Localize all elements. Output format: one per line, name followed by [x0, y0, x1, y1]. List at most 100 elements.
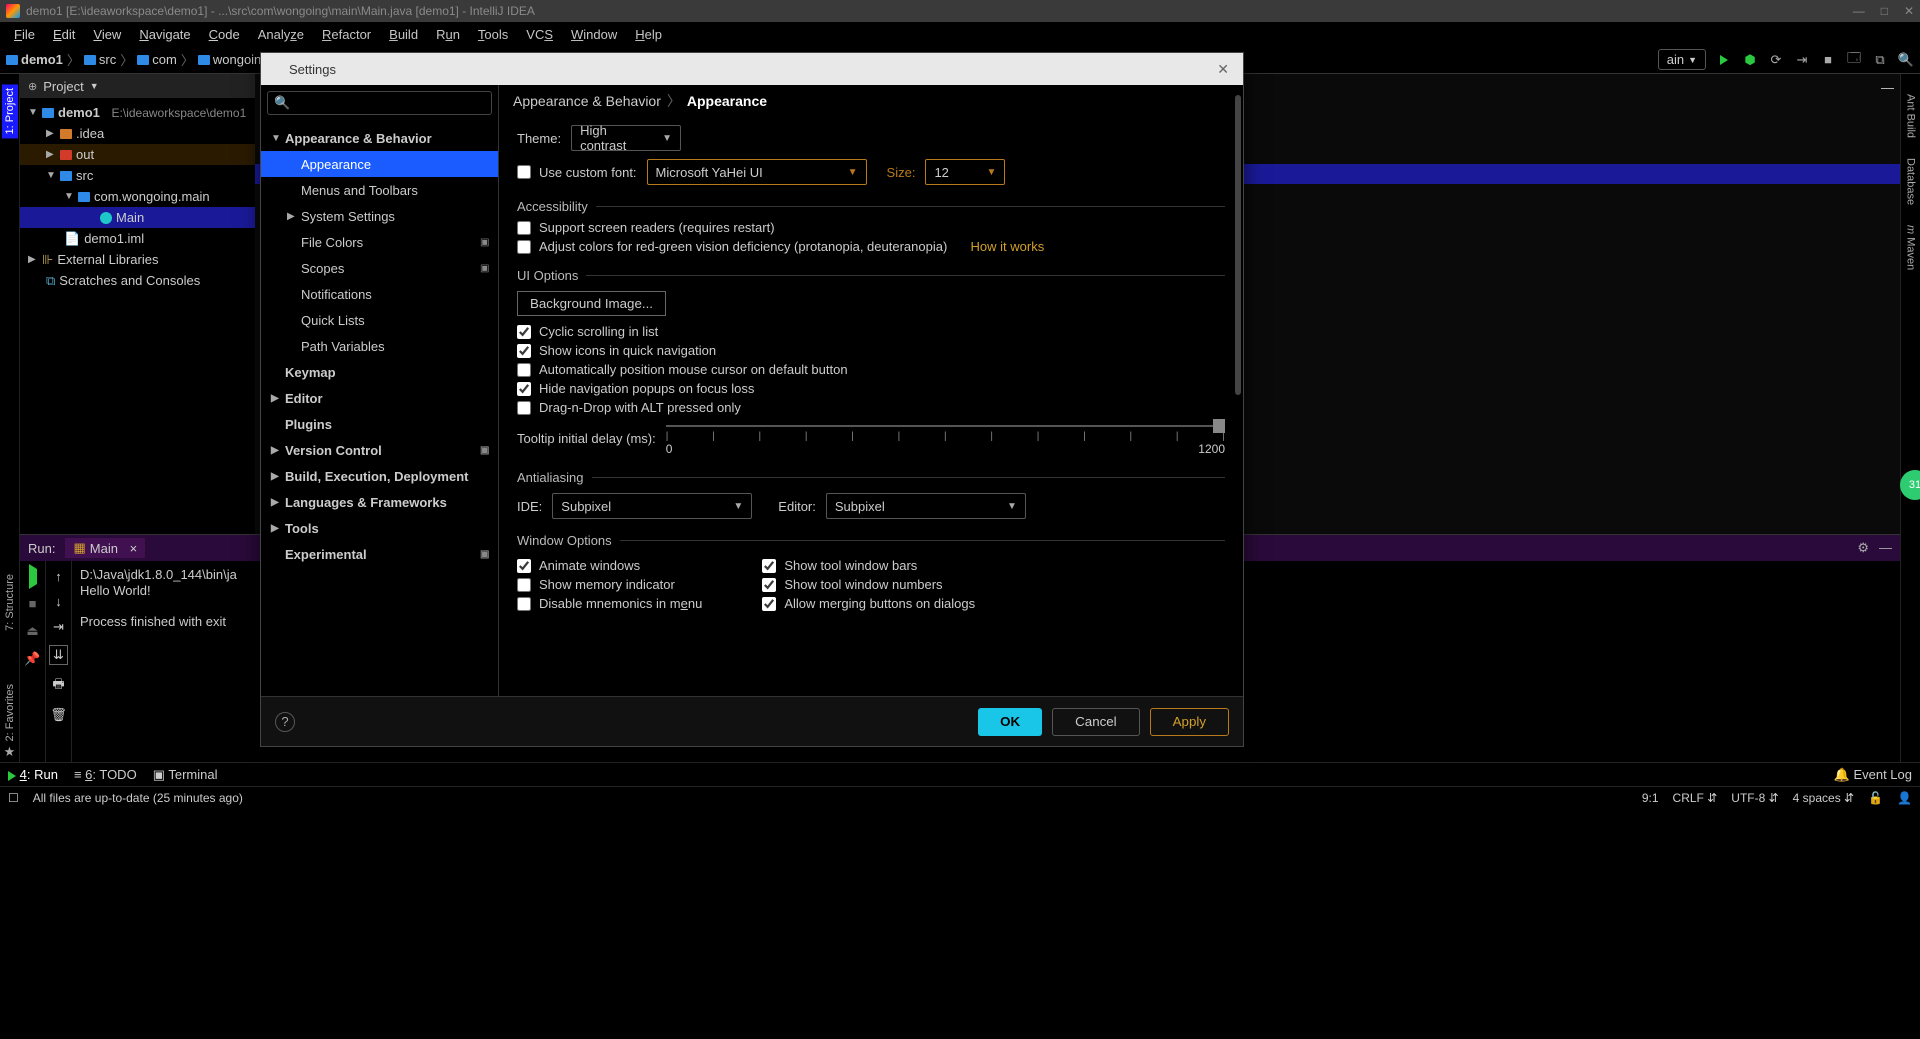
wrap-icon[interactable]: ⇥: [53, 619, 64, 635]
toolbars-checkbox[interactable]: Show tool window bars: [762, 558, 975, 573]
ok-button[interactable]: OK: [978, 708, 1042, 736]
tree-pathvars[interactable]: Path Variables: [261, 333, 498, 359]
tree-quicklists[interactable]: Quick Lists: [261, 307, 498, 333]
size-select[interactable]: 12▼: [925, 159, 1005, 185]
menu-edit[interactable]: Edit: [45, 25, 83, 44]
close-icon[interactable]: ✕: [1211, 61, 1235, 78]
screen-readers-checkbox[interactable]: Support screen readers (requires restart…: [517, 220, 1225, 235]
exit-icon[interactable]: ⏏: [26, 623, 38, 639]
settings-search[interactable]: 🔍: [267, 91, 492, 115]
chevron-down-icon[interactable]: ▼: [90, 81, 99, 91]
clear-icon[interactable]: 🗑: [50, 707, 67, 723]
hide-nav-checkbox[interactable]: Hide navigation popups on focus loss: [517, 381, 1225, 396]
tool-maven[interactable]: m Maven: [1905, 225, 1917, 270]
status-pos[interactable]: 9:1: [1642, 791, 1659, 805]
tree-appearance-behavior[interactable]: ▼Appearance & Behavior: [261, 125, 498, 151]
show-icons-checkbox[interactable]: Show icons in quick navigation: [517, 343, 1225, 358]
status-encoding[interactable]: UTF-8 ⇵: [1731, 791, 1778, 805]
tool-terminal[interactable]: ▣ Terminal: [153, 767, 218, 783]
close-icon[interactable]: ✕: [1904, 4, 1914, 18]
menu-navigate[interactable]: Navigate: [131, 25, 198, 44]
auto-mouse-checkbox[interactable]: Automatically position mouse cursor on d…: [517, 362, 1225, 377]
attach-icon[interactable]: ⇥: [1794, 52, 1810, 68]
ide-aa-select[interactable]: Subpixel▼: [552, 493, 752, 519]
help-icon[interactable]: ?: [275, 712, 295, 732]
tree-menus[interactable]: Menus and Toolbars: [261, 177, 498, 203]
tree-lang[interactable]: ▶Languages & Frameworks: [261, 489, 498, 515]
tree-vc[interactable]: ▶Version Control▣: [261, 437, 498, 463]
tree-pkg[interactable]: ▼com.wongoing.main: [20, 186, 255, 207]
tool-ant[interactable]: Ant Build: [1905, 94, 1917, 138]
pin-icon[interactable]: 📌: [24, 651, 40, 667]
menu-code[interactable]: Code: [201, 25, 248, 44]
menu-build[interactable]: Build: [381, 25, 426, 44]
star-icon[interactable]: ★: [4, 744, 16, 760]
colorblind-checkbox[interactable]: Adjust colors for red-green vision defic…: [517, 239, 947, 254]
tree-out[interactable]: ▶out: [20, 144, 255, 165]
breadcrumb-item[interactable]: src: [84, 52, 116, 67]
minimize-icon[interactable]: —: [1879, 540, 1892, 556]
breadcrumb-item[interactable]: Appearance & Behavior: [513, 93, 661, 109]
animate-checkbox[interactable]: Animate windows: [517, 558, 702, 573]
gear-icon[interactable]: ⚙: [1857, 540, 1869, 556]
tool-run[interactable]: 4: Run: [8, 767, 58, 782]
tree-appearance[interactable]: Appearance: [261, 151, 498, 177]
tool-eventlog[interactable]: 🔔 Event Log: [1834, 767, 1912, 783]
tree-scopes[interactable]: Scopes▣: [261, 255, 498, 281]
editor-aa-select[interactable]: Subpixel▼: [826, 493, 1026, 519]
menu-window[interactable]: Window: [563, 25, 625, 44]
layout-icon[interactable]: ⧉: [1872, 52, 1888, 68]
background-image-button[interactable]: Background Image...: [517, 291, 666, 316]
rerun-icon[interactable]: [29, 569, 37, 584]
menu-tools[interactable]: Tools: [470, 25, 516, 44]
menu-refactor[interactable]: Refactor: [314, 25, 379, 44]
menu-vcs[interactable]: VCS: [518, 25, 561, 44]
scroll-icon[interactable]: ⇊: [49, 645, 68, 665]
menu-view[interactable]: View: [85, 25, 129, 44]
menu-run[interactable]: Run: [428, 25, 468, 44]
close-icon[interactable]: ×: [130, 541, 138, 556]
tree-main[interactable]: Main: [20, 207, 255, 228]
print-icon[interactable]: 🖶: [52, 675, 64, 697]
tree-notifications[interactable]: Notifications: [261, 281, 498, 307]
lock-icon[interactable]: 🔓: [1868, 791, 1883, 805]
breadcrumb-item[interactable]: wongoing: [198, 52, 269, 67]
menu-help[interactable]: Help: [627, 25, 670, 44]
tool-favorites[interactable]: 2: Favorites: [4, 684, 16, 741]
hide-icon[interactable]: —: [1881, 80, 1894, 95]
run-tab[interactable]: ▦Main ×: [65, 538, 145, 558]
tree-src[interactable]: ▼src: [20, 165, 255, 186]
tree-filecolors[interactable]: File Colors▣: [261, 229, 498, 255]
coverage-icon[interactable]: ⟳: [1768, 52, 1784, 68]
menu-file[interactable]: File: [6, 25, 43, 44]
breadcrumb-item[interactable]: com: [137, 52, 177, 67]
tool-todo[interactable]: ≡ 6: TODO: [74, 767, 137, 782]
mnemonics-checkbox[interactable]: Disable mnemonics in menu: [517, 596, 702, 611]
search-everywhere-icon[interactable]: 🔍: [1898, 52, 1914, 68]
tree-iml[interactable]: 📄demo1.iml: [20, 228, 255, 249]
man-icon[interactable]: 👤: [1897, 791, 1912, 805]
settings-search-input[interactable]: [294, 96, 485, 111]
tool-database[interactable]: Database: [1905, 158, 1917, 205]
memory-checkbox[interactable]: Show memory indicator: [517, 577, 702, 592]
tree-plugins[interactable]: Plugins: [261, 411, 498, 437]
theme-select[interactable]: High contrast▼: [571, 125, 681, 151]
minimize-icon[interactable]: —: [1853, 4, 1865, 18]
drag-alt-checkbox[interactable]: Drag-n-Drop with ALT pressed only: [517, 400, 1225, 415]
how-it-works-link[interactable]: How it works: [971, 239, 1045, 254]
run-icon[interactable]: [1716, 52, 1732, 68]
cancel-button[interactable]: Cancel: [1052, 708, 1140, 736]
tool-structure[interactable]: 7: Structure: [4, 574, 16, 631]
tool-project[interactable]: 1: Project: [2, 84, 18, 138]
breadcrumb-item[interactable]: demo1: [6, 52, 63, 67]
tree-root[interactable]: ▼demo1 E:\ideaworkspace\demo1: [20, 102, 255, 123]
cyclic-checkbox[interactable]: Cyclic scrolling in list: [517, 324, 1225, 339]
status-crlf[interactable]: CRLF ⇵: [1673, 791, 1718, 805]
tree-system[interactable]: ▶System Settings: [261, 203, 498, 229]
apply-button[interactable]: Apply: [1150, 708, 1229, 736]
maximize-icon[interactable]: □: [1881, 4, 1888, 18]
run-config-selector[interactable]: ain▼: [1658, 49, 1706, 70]
tree-tools[interactable]: ▶Tools: [261, 515, 498, 541]
tree-scratch[interactable]: ⧉Scratches and Consoles: [20, 270, 255, 291]
debug-icon[interactable]: ⬢: [1742, 52, 1758, 68]
